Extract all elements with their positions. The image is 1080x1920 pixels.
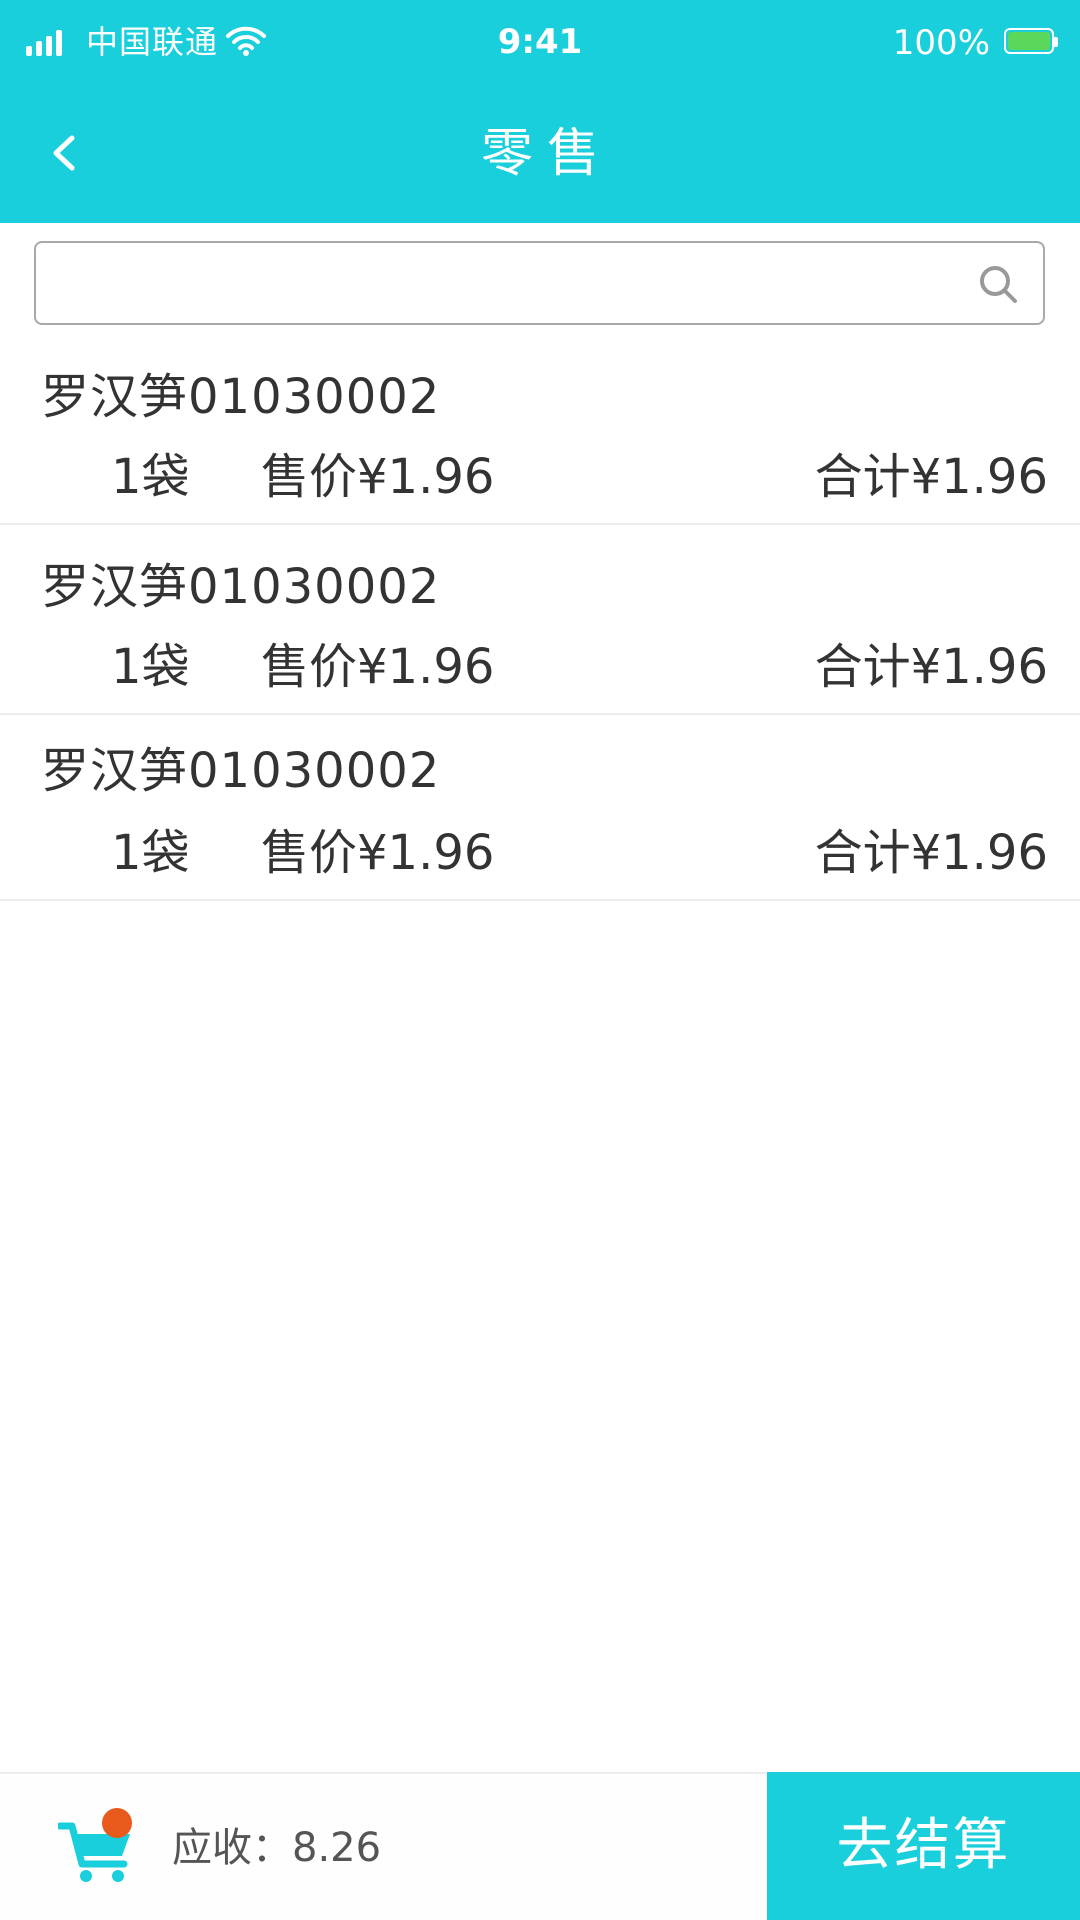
item-price: 售价¥1.96 <box>261 825 495 881</box>
item-quantity: 1袋 <box>111 639 190 695</box>
item-quantity: 1袋 <box>111 449 190 505</box>
list-item[interactable]: 罗汉笋01030002 1袋 售价¥1.96 合计¥1.96 <box>0 715 1080 901</box>
search-input[interactable] <box>54 243 958 325</box>
cart-button[interactable] <box>58 1808 138 1888</box>
amount-receivable: 应收：8.26 <box>172 1825 382 1871</box>
search-icon[interactable] <box>977 263 1019 305</box>
checkout-button[interactable]: 去结算 <box>767 1772 1080 1920</box>
nav-bar: 零售 <box>0 88 1080 223</box>
item-price: 售价¥1.96 <box>261 449 495 505</box>
battery-icon <box>1004 28 1058 56</box>
list-item[interactable]: 罗汉笋01030002 1袋 售价¥1.96 合计¥1.96 <box>0 525 1080 715</box>
item-name: 罗汉笋01030002 <box>41 743 441 799</box>
search-box <box>34 241 1045 325</box>
item-total: 合计¥1.96 <box>814 639 1048 695</box>
item-name: 罗汉笋01030002 <box>41 369 441 425</box>
item-price: 售价¥1.96 <box>261 639 495 695</box>
list-item[interactable]: 罗汉笋01030002 1袋 售价¥1.96 合计¥1.96 <box>0 335 1080 525</box>
item-name: 罗汉笋01030002 <box>41 559 441 615</box>
item-total: 合计¥1.96 <box>814 825 1048 881</box>
cart-badge <box>102 1808 132 1838</box>
battery-percent: 100% <box>892 23 990 63</box>
app-header: 中国联通 9:41 100% 零售 <box>0 0 1080 223</box>
page-title: 零售 <box>480 124 613 184</box>
item-quantity: 1袋 <box>111 825 190 881</box>
item-total: 合计¥1.96 <box>814 449 1048 505</box>
product-list: 罗汉笋01030002 1袋 售价¥1.96 合计¥1.96 罗汉笋010300… <box>0 335 1080 901</box>
status-bar: 中国联通 9:41 100% <box>0 0 1080 88</box>
